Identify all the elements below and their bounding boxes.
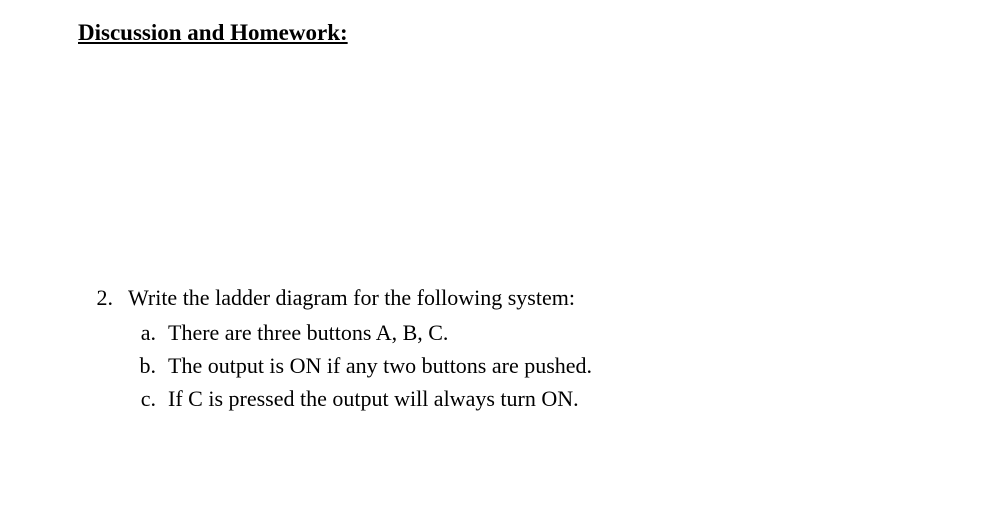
question-number: 2. [78,281,128,314]
section-heading: Discussion and Homework: [78,20,988,46]
sub-item-text: The output is ON if any two buttons are … [168,349,592,382]
sub-item-label: a. [128,316,168,349]
question-block: 2. Write the ladder diagram for the foll… [78,281,988,415]
sub-item-label: c. [128,382,168,415]
sub-item-text: There are three buttons A, B, C. [168,316,448,349]
question-row: 2. Write the ladder diagram for the foll… [78,281,988,314]
sub-item-text: If C is pressed the output will always t… [168,382,579,415]
sub-item: b. The output is ON if any two buttons a… [128,349,988,382]
question-text: Write the ladder diagram for the followi… [128,281,575,314]
sub-item-label: b. [128,349,168,382]
sub-list: a. There are three buttons A, B, C. b. T… [78,316,988,415]
sub-item: a. There are three buttons A, B, C. [128,316,988,349]
sub-item: c. If C is pressed the output will alway… [128,382,988,415]
